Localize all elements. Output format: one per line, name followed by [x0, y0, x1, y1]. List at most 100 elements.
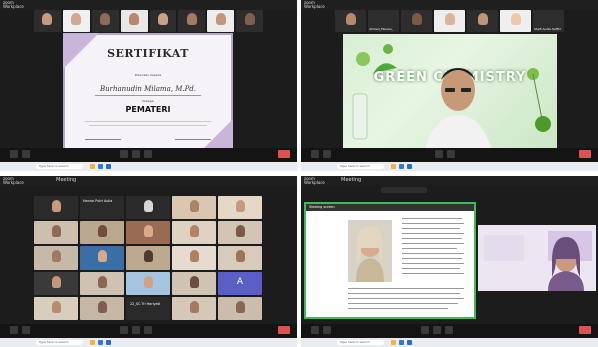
meeting-toolbar	[0, 324, 297, 338]
zoom-app-icon[interactable]	[106, 340, 111, 345]
text-line	[348, 293, 460, 294]
participant-tile[interactable]	[236, 10, 263, 32]
person-photo	[348, 220, 392, 282]
participant-name: Shefi Audia Saffirl	[534, 27, 561, 31]
browser-icon[interactable]	[399, 164, 404, 169]
leave-button[interactable]	[579, 326, 591, 334]
taskbar-search[interactable]: Type here to search	[36, 164, 83, 169]
participant-cell[interactable]	[34, 196, 78, 220]
participant-tile[interactable]	[434, 10, 465, 32]
text-line	[348, 288, 464, 289]
chat-button[interactable]	[132, 326, 140, 334]
share-bar: Viewing screen	[306, 204, 474, 211]
participant-tile[interactable]	[149, 10, 177, 32]
participant-cell[interactable]	[218, 246, 262, 270]
text-line	[402, 218, 462, 219]
participant-cell[interactable]	[218, 296, 262, 320]
participant-cell[interactable]	[34, 271, 78, 295]
participant-tile[interactable]: Ahmad_Fauzan_	[368, 10, 399, 32]
participant-tile[interactable]	[91, 10, 119, 32]
share-button[interactable]	[144, 326, 152, 334]
participant-tile[interactable]	[62, 10, 90, 32]
mute-button[interactable]	[10, 326, 18, 334]
folder-icon[interactable]	[391, 164, 396, 169]
participant-cell[interactable]: Hanna Putri Aulia	[80, 196, 124, 220]
leave-button[interactable]	[579, 150, 591, 158]
leave-button[interactable]	[278, 326, 290, 334]
participant-tile[interactable]: Shefi Audia Saffirl	[533, 10, 564, 32]
chat-button[interactable]	[447, 150, 455, 158]
participant-cell[interactable]	[172, 271, 216, 295]
leave-button[interactable]	[278, 150, 290, 158]
text-line	[402, 258, 462, 259]
windows-taskbar: Type here to search	[0, 338, 297, 347]
video-button[interactable]	[22, 150, 30, 158]
participant-cell[interactable]	[126, 196, 170, 220]
participants-button[interactable]	[120, 150, 128, 158]
participant-cell[interactable]	[126, 246, 170, 270]
participants-button[interactable]	[435, 150, 443, 158]
meeting-toolbar	[301, 148, 598, 162]
taskbar-search[interactable]: Type here to search	[337, 340, 384, 345]
text-line	[89, 125, 207, 126]
browser-icon[interactable]	[98, 340, 103, 345]
participant-cell[interactable]	[80, 296, 124, 320]
participant-cell[interactable]	[172, 246, 216, 270]
participant-cell[interactable]	[172, 296, 216, 320]
chat-button[interactable]	[132, 150, 140, 158]
participant-cell[interactable]	[126, 221, 170, 245]
zoom-window-share: zoom Workplace Meeting Viewing screen Ty…	[301, 176, 598, 347]
mute-button[interactable]	[311, 326, 319, 334]
taskbar-search[interactable]: Type here to search	[36, 340, 83, 345]
participant-cell[interactable]	[126, 271, 170, 295]
mute-button[interactable]	[311, 150, 319, 158]
participant-tile[interactable]	[207, 10, 235, 32]
participant-cell[interactable]	[80, 221, 124, 245]
title-bar: zoom Workplace	[0, 0, 297, 10]
browser-icon[interactable]	[98, 164, 103, 169]
taskbar-search[interactable]: Type here to search	[337, 164, 384, 169]
participant-tile[interactable]	[335, 10, 366, 32]
participant-tile[interactable]	[178, 10, 206, 32]
participant-cell[interactable]	[34, 221, 78, 245]
window-title: Meeting	[341, 177, 362, 183]
share-button[interactable]	[445, 326, 453, 334]
participant-cell[interactable]	[172, 221, 216, 245]
browser-icon[interactable]	[399, 340, 404, 345]
text-line	[402, 273, 464, 274]
zoom-app-icon[interactable]	[407, 164, 412, 169]
participant-tile[interactable]	[401, 10, 432, 32]
video-button[interactable]	[323, 150, 331, 158]
chat-button[interactable]	[433, 326, 441, 334]
text-line	[402, 238, 462, 239]
participant-cell[interactable]	[80, 271, 124, 295]
participants-button[interactable]	[421, 326, 429, 334]
mute-button[interactable]	[10, 150, 18, 158]
folder-icon[interactable]	[391, 340, 396, 345]
participant-tile[interactable]	[34, 10, 61, 32]
participant-cell[interactable]	[218, 221, 262, 245]
participant-cell[interactable]: 22_SC Tri Hariyati	[126, 296, 170, 320]
participant-cell[interactable]	[172, 196, 216, 220]
shared-screen: Viewing screen	[304, 202, 476, 319]
share-button[interactable]	[144, 150, 152, 158]
zoom-window-presentation: zoom Workplace Ahmad_Fauzan_ Shefi Audia …	[301, 0, 598, 171]
participant-cell[interactable]	[218, 196, 262, 220]
folder-icon[interactable]	[90, 164, 95, 169]
participant-cell[interactable]	[34, 246, 78, 270]
text-line	[402, 263, 464, 264]
view-options[interactable]	[381, 187, 427, 193]
participant-cell[interactable]	[34, 296, 78, 320]
participants-button[interactable]	[120, 326, 128, 334]
folder-icon[interactable]	[90, 340, 95, 345]
zoom-app-icon[interactable]	[106, 164, 111, 169]
participant-cell[interactable]: A	[218, 271, 262, 295]
video-button[interactable]	[323, 326, 331, 334]
participant-tile[interactable]	[500, 10, 531, 32]
participant-tile[interactable]	[467, 10, 498, 32]
participant-cell[interactable]	[80, 246, 124, 270]
zoom-app-icon[interactable]	[407, 340, 412, 345]
text-line	[402, 248, 457, 249]
video-button[interactable]	[22, 326, 30, 334]
participant-tile[interactable]	[120, 10, 148, 32]
